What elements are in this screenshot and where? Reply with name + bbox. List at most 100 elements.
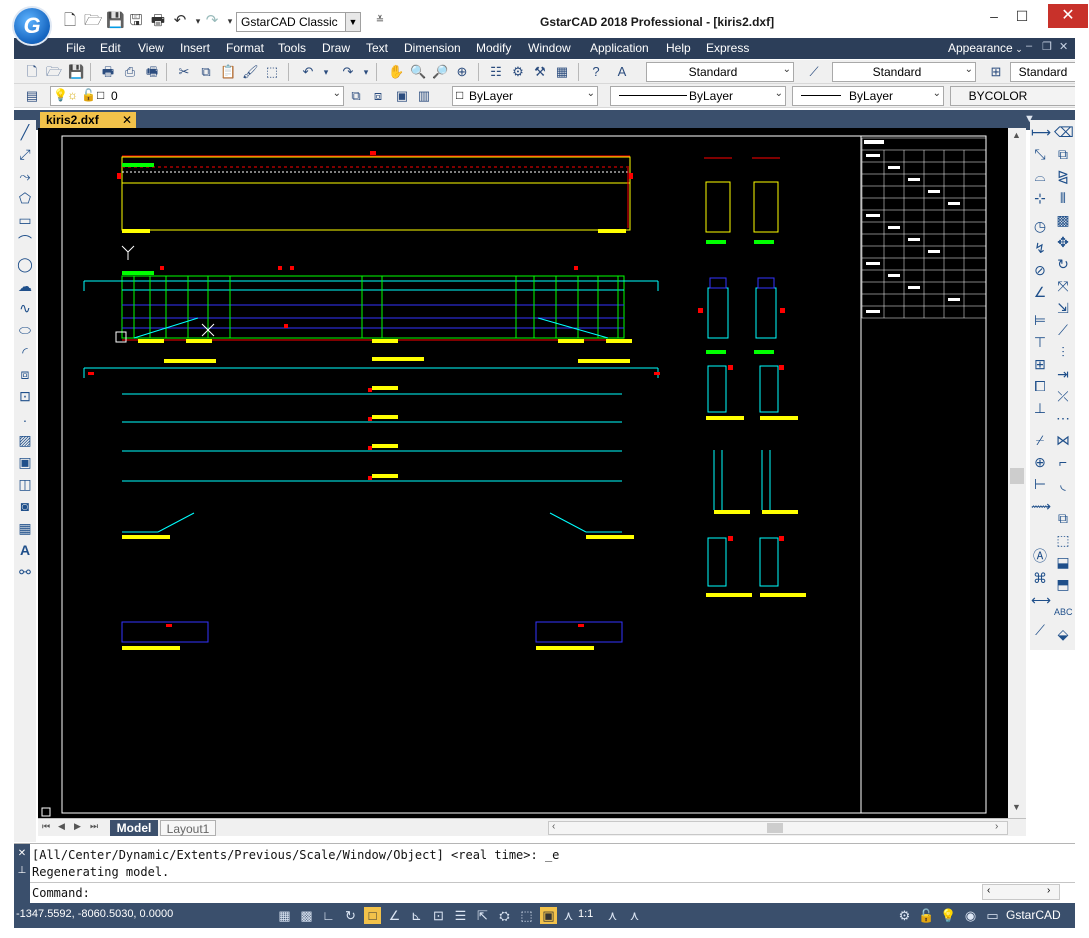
properties-icon[interactable]: ☷: [488, 64, 504, 80]
polar-icon[interactable]: ↻: [342, 907, 359, 924]
save-icon[interactable]: 💾: [68, 64, 84, 80]
zoom-window-icon[interactable]: 🔎: [432, 64, 448, 80]
viewport-icon[interactable]: ▣: [540, 907, 557, 924]
array-icon[interactable]: ▩: [1054, 210, 1072, 230]
linear-dim-icon[interactable]: ⟼: [1031, 122, 1051, 142]
jogged-dim-icon[interactable]: ↯: [1031, 238, 1049, 258]
next-layout-icon[interactable]: ▶: [74, 821, 81, 832]
break-at-point-icon[interactable]: ⤫: [1054, 386, 1072, 406]
point-icon[interactable]: ·: [16, 410, 34, 430]
region-icon[interactable]: ◫: [16, 474, 34, 494]
block-editor-icon[interactable]: ⬚: [264, 64, 280, 80]
menu-format[interactable]: Format: [226, 41, 264, 55]
chamfer-icon[interactable]: ⌐: [1054, 452, 1072, 472]
menu-express[interactable]: Express: [706, 41, 749, 55]
menu-draw[interactable]: Draw: [322, 41, 350, 55]
trim-icon[interactable]: ⫶: [1054, 342, 1072, 362]
vertical-scrollbar[interactable]: ▲ ▼: [1008, 128, 1026, 818]
snap-icon[interactable]: ▦: [276, 907, 293, 924]
redo-dropdown-icon[interactable]: ▾: [358, 64, 374, 80]
annotation-visibility-icon[interactable]: ⋏: [604, 907, 621, 924]
hatch-icon[interactable]: ▨: [16, 430, 34, 450]
circle-icon[interactable]: ◯: [16, 254, 34, 274]
undo-dropdown-icon[interactable]: ▾: [318, 64, 334, 80]
erase-icon[interactable]: ⌫: [1054, 122, 1074, 142]
multiline-text-icon[interactable]: A: [16, 540, 34, 560]
table-style-select[interactable]: Standard: [1010, 62, 1075, 82]
dim-style-icon[interactable]: ⟋: [806, 64, 822, 80]
scroll-left-icon[interactable]: ‹: [987, 885, 990, 896]
help-icon[interactable]: ?: [588, 64, 604, 80]
explode-icon[interactable]: ⬚: [1054, 530, 1072, 550]
vertical-scroll-thumb[interactable]: [1010, 468, 1024, 484]
menu-view[interactable]: View: [138, 41, 164, 55]
revision-cloud-icon[interactable]: ☁: [16, 276, 34, 296]
edit-polyline-icon[interactable]: ⬓: [1054, 552, 1072, 572]
dim-style-icon[interactable]: ⟋: [1031, 620, 1049, 640]
aligned-dim-icon[interactable]: ⤡: [1031, 144, 1049, 164]
extend-icon[interactable]: ⇥: [1054, 364, 1072, 384]
continue-dim-icon[interactable]: ⊞: [1031, 354, 1049, 374]
dynamic-ucs-icon[interactable]: ⊾: [408, 907, 425, 924]
selection-cycling-icon[interactable]: ⇱: [474, 907, 491, 924]
scale-icon[interactable]: ⤧: [1054, 276, 1072, 296]
appearance-menu[interactable]: Appearance ⌄: [948, 41, 1023, 55]
close-command-window-icon[interactable]: ✕: [14, 848, 30, 859]
open-file-icon[interactable]: 🗁: [84, 12, 103, 30]
publish-icon[interactable]: 🖷: [144, 64, 160, 80]
annotation-scale-icon[interactable]: ⋏: [560, 907, 577, 924]
diameter-dim-icon[interactable]: ⊘: [1031, 260, 1049, 280]
layer-select[interactable]: 💡 ☼ 🔓 □ 0 ⌄: [50, 86, 344, 106]
ellipse-icon[interactable]: ⬭: [16, 320, 34, 340]
ortho-icon[interactable]: ∟: [320, 907, 337, 924]
pin-icon[interactable]: ⊥: [14, 865, 30, 876]
layer-states-icon[interactable]: ▣: [394, 88, 410, 104]
text-style-icon[interactable]: A: [614, 64, 630, 80]
color-select[interactable]: □ ByLayer ⌄: [452, 86, 598, 106]
save-icon[interactable]: 💾: [106, 12, 125, 30]
open-icon[interactable]: 🗁: [46, 64, 62, 80]
dim-break-icon[interactable]: ⊥: [1031, 398, 1049, 418]
lengthen-icon[interactable]: ⟋: [1054, 320, 1072, 340]
menu-application[interactable]: Application: [590, 41, 649, 55]
customize-quick-access-icon[interactable]: ≚: [372, 12, 388, 30]
mdi-restore-button[interactable]: ❐: [1042, 40, 1052, 53]
break-icon[interactable]: ⋯: [1054, 408, 1072, 428]
paste-icon[interactable]: 📋: [220, 64, 236, 80]
move-icon[interactable]: ✥: [1054, 232, 1072, 252]
tool-palettes-icon[interactable]: ⚒: [532, 64, 548, 80]
scroll-right-icon[interactable]: ›: [1047, 885, 1050, 896]
join-icon[interactable]: ⋈: [1054, 430, 1072, 450]
new-icon[interactable]: 🗋: [24, 64, 40, 80]
baseline-dim-icon[interactable]: ⊤: [1031, 332, 1049, 352]
minimize-button[interactable]: –: [980, 6, 1008, 26]
new-file-icon[interactable]: 🗋: [62, 12, 78, 30]
menu-edit[interactable]: Edit: [100, 41, 121, 55]
mdi-minimize-button[interactable]: –: [1026, 40, 1032, 52]
maximize-button[interactable]: ☐: [1008, 6, 1036, 26]
hardware-acceleration-icon[interactable]: 💡: [940, 907, 957, 924]
command-window-handle[interactable]: ✕ ⊥: [14, 844, 30, 904]
blend-curves-icon[interactable]: ⧉: [1054, 508, 1072, 528]
command-scrollbar[interactable]: ‹ ›: [982, 884, 1060, 900]
polygon-icon[interactable]: ⬠: [16, 188, 34, 208]
dim-space-icon[interactable]: ⧠: [1031, 376, 1049, 396]
lineweight-select[interactable]: ByLayer ⌄: [792, 86, 944, 106]
previous-layout-icon[interactable]: ◀: [58, 821, 65, 832]
drawing-canvas[interactable]: [38, 128, 1008, 818]
inspect-icon[interactable]: ⊢: [1031, 474, 1049, 494]
first-layout-icon[interactable]: ⏮: [42, 821, 50, 832]
scroll-down-icon[interactable]: ▼: [1012, 802, 1021, 812]
edit-text-icon[interactable]: ABC: [1054, 602, 1073, 622]
edit-spline-icon[interactable]: ⬒: [1054, 574, 1072, 594]
calculator-icon[interactable]: ▦: [554, 64, 570, 80]
toolbar-lock-icon[interactable]: 🔓: [918, 907, 935, 924]
tab-model[interactable]: Model: [110, 820, 158, 836]
clean-screen-icon[interactable]: ▭: [984, 907, 1001, 924]
lineweight-icon[interactable]: ☰: [452, 907, 469, 924]
annotation-monitor-icon[interactable]: ⛭: [496, 907, 513, 924]
tolerance-icon[interactable]: ⌿: [1031, 430, 1049, 450]
plotstyle-select[interactable]: BYCOLOR: [950, 86, 1075, 106]
quick-dim-icon[interactable]: ⊨: [1031, 310, 1049, 330]
menu-file[interactable]: File: [66, 41, 85, 55]
